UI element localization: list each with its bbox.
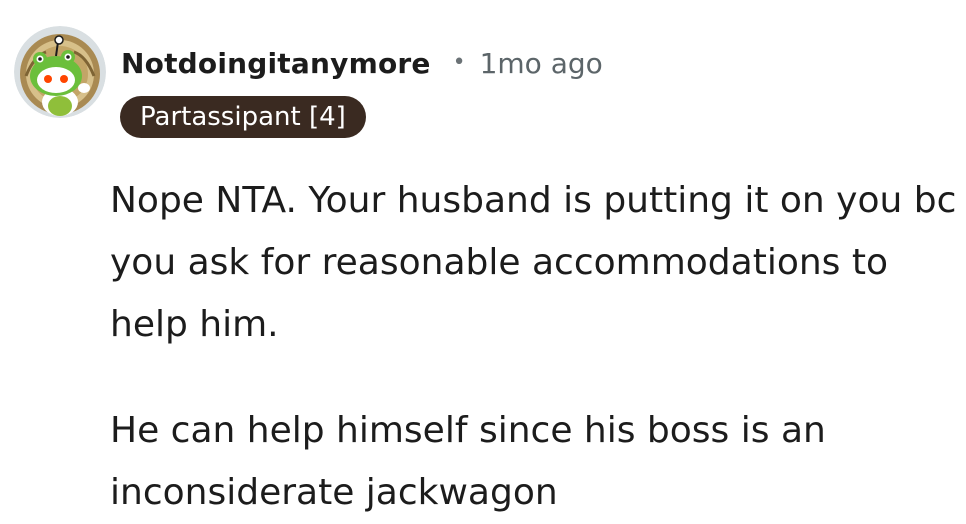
comment: Notdoingitanymore • 1mo ago Partassipant… xyxy=(0,0,966,513)
comment-meta: Notdoingitanymore • 1mo ago xyxy=(121,42,603,84)
username-link[interactable]: Notdoingitanymore xyxy=(121,47,431,80)
comment-paragraph: He can help himself since his boss is an… xyxy=(110,410,826,513)
timestamp[interactable]: 1mo ago xyxy=(480,47,603,80)
snoo-avatar-icon[interactable] xyxy=(14,26,106,118)
comment-body: Nope NTA. Your husband is putting it on … xyxy=(110,170,960,524)
comment-paragraph: Nope NTA. Your husband is putting it on … xyxy=(110,180,957,345)
user-flair: Partassipant [4] xyxy=(120,96,366,138)
separator-dot: • xyxy=(452,49,466,75)
